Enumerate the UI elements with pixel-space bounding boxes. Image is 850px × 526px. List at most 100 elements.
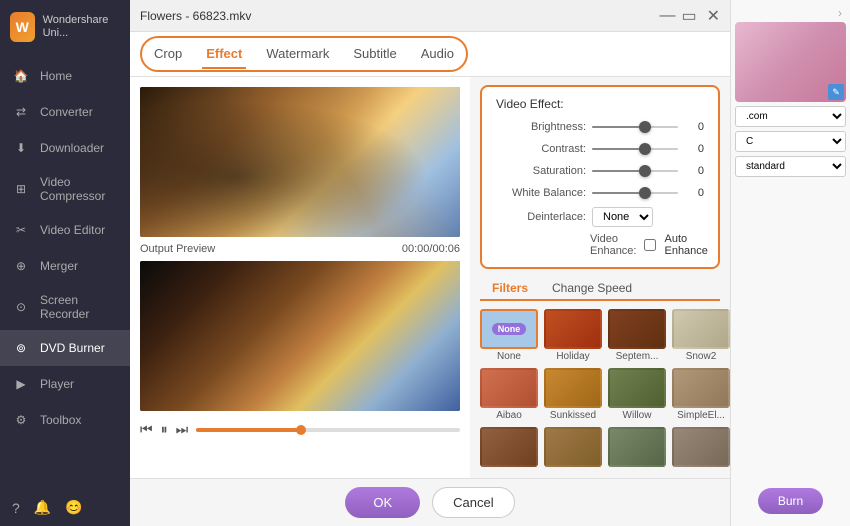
toolbox-icon: ⚙ bbox=[12, 411, 30, 429]
tab-watermark[interactable]: Watermark bbox=[262, 40, 333, 69]
filter-none-label: None bbox=[497, 351, 521, 362]
video-area: Output Preview 00:00/00:06 ⏮ ⏸ ⏭ bbox=[130, 77, 470, 478]
white-balance-row: White Balance: 0 bbox=[496, 185, 704, 201]
saturation-label: Saturation: bbox=[496, 165, 586, 177]
contrast-slider[interactable] bbox=[592, 141, 678, 157]
filter-willow-thumb bbox=[608, 368, 666, 408]
downloader-icon: ⬇ bbox=[12, 139, 30, 157]
dvd-burner-icon: ⊚ bbox=[12, 339, 30, 357]
saturation-value: 0 bbox=[684, 165, 704, 177]
maximize-icon[interactable]: ▭ bbox=[681, 6, 696, 26]
close-icon[interactable]: ✕ bbox=[707, 6, 720, 26]
deinterlace-label: Deinterlace: bbox=[496, 211, 586, 223]
titlebar: Flowers - 66823.mkv — ▭ ✕ bbox=[130, 0, 730, 32]
burn-button[interactable]: Burn bbox=[758, 488, 823, 514]
input-video-frame bbox=[140, 87, 460, 237]
sidebar-item-home[interactable]: 🏠 Home bbox=[0, 58, 130, 94]
pause-button[interactable]: ⏸ bbox=[161, 421, 168, 438]
filter-sunkissed[interactable]: Sunkissed bbox=[544, 368, 602, 421]
side-edit-icon[interactable]: ✎ bbox=[828, 84, 844, 100]
filter-snow2[interactable]: Snow2 bbox=[672, 309, 730, 362]
auto-enhance-checkbox[interactable] bbox=[644, 239, 656, 251]
tab-subtitle[interactable]: Subtitle bbox=[349, 40, 400, 69]
sidebar-bottom: ? 🔔 😊 bbox=[0, 489, 130, 526]
contrast-label: Contrast: bbox=[496, 143, 586, 155]
contrast-value: 0 bbox=[684, 143, 704, 155]
sidebar-item-label: Home bbox=[40, 69, 72, 83]
tab-effect[interactable]: Effect bbox=[202, 40, 246, 69]
filter-sub-tabs: Filters Change Speed bbox=[480, 277, 720, 301]
filter-september-label: Septem... bbox=[616, 351, 659, 362]
output-video-frame bbox=[140, 261, 460, 411]
filter-holiday[interactable]: Holiday bbox=[544, 309, 602, 362]
tab-crop[interactable]: Crop bbox=[150, 40, 186, 69]
right-panel: Video Effect: Brightness: 0 Contrast: bbox=[470, 77, 730, 478]
play-prev-button[interactable]: ⏮ bbox=[140, 421, 153, 438]
screen-recorder-icon: ⊙ bbox=[12, 298, 30, 316]
filter-willow-label: Willow bbox=[623, 410, 652, 421]
app-title: Wondershare Uni... bbox=[43, 14, 120, 40]
ok-button[interactable]: OK bbox=[345, 487, 420, 518]
side-dropdown-2[interactable]: C bbox=[735, 131, 846, 152]
saturation-slider[interactable] bbox=[592, 163, 678, 179]
home-icon: 🏠 bbox=[12, 67, 30, 85]
sidebar-item-downloader[interactable]: ⬇ Downloader bbox=[0, 130, 130, 166]
sidebar-item-label: DVD Burner bbox=[40, 341, 105, 355]
output-label-row: Output Preview 00:00/00:06 bbox=[140, 243, 460, 255]
progress-bar[interactable] bbox=[196, 428, 460, 432]
side-arrow: › bbox=[735, 4, 846, 22]
sidebar-item-label: Player bbox=[40, 377, 74, 391]
sidebar: W Wondershare Uni... 🏠 Home ⇄ Converter … bbox=[0, 0, 130, 526]
notification-icon[interactable]: 🔔 bbox=[34, 499, 51, 516]
sidebar-item-converter[interactable]: ⇄ Converter bbox=[0, 94, 130, 130]
sidebar-item-video-editor[interactable]: ✂ Video Editor bbox=[0, 212, 130, 248]
sidebar-item-merger[interactable]: ⊕ Merger bbox=[0, 248, 130, 284]
sidebar-item-toolbox[interactable]: ⚙ Toolbox bbox=[0, 402, 130, 438]
sidebar-item-dvd-burner[interactable]: ⊚ DVD Burner bbox=[0, 330, 130, 366]
cancel-button[interactable]: Cancel bbox=[432, 487, 514, 518]
filter-sunkissed-thumb bbox=[544, 368, 602, 408]
sidebar-item-video-compressor[interactable]: ⊞ Video Compressor bbox=[0, 166, 130, 212]
logo-icon: W bbox=[10, 12, 35, 42]
filter-none-badge: None bbox=[492, 323, 527, 335]
window-title: Flowers - 66823.mkv bbox=[140, 9, 251, 23]
filter-simpleel[interactable]: SimpleEl... bbox=[672, 368, 730, 421]
tab-audio[interactable]: Audio bbox=[417, 40, 458, 69]
filter-row3b-thumb bbox=[544, 427, 602, 467]
filter-september[interactable]: Septem... bbox=[608, 309, 666, 362]
video-enhance-label: Video Enhance: bbox=[590, 233, 636, 257]
filter-none[interactable]: None None bbox=[480, 309, 538, 362]
output-preview-label: Output Preview bbox=[140, 243, 215, 255]
filter-aibao-thumb bbox=[480, 368, 538, 408]
filter-snow2-label: Snow2 bbox=[686, 351, 717, 362]
white-balance-slider[interactable] bbox=[592, 185, 678, 201]
sidebar-item-player[interactable]: ▶ Player bbox=[0, 366, 130, 402]
sidebar-item-label: Video Compressor bbox=[40, 175, 118, 203]
filter-willow[interactable]: Willow bbox=[608, 368, 666, 421]
help-icon[interactable]: ? bbox=[12, 500, 20, 516]
brightness-value: 0 bbox=[684, 121, 704, 133]
content-area: Output Preview 00:00/00:06 ⏮ ⏸ ⏭ Video E… bbox=[130, 77, 730, 478]
sidebar-item-screen-recorder[interactable]: ⊙ Screen Recorder bbox=[0, 284, 130, 330]
side-dropdown-1[interactable]: .com bbox=[735, 106, 846, 127]
effect-title: Video Effect: bbox=[496, 97, 704, 111]
deinterlace-select[interactable]: None TFF BFF bbox=[592, 207, 653, 227]
filter-row3a[interactable] bbox=[480, 427, 538, 469]
filter-none-thumb: None bbox=[480, 309, 538, 349]
main-content: Flowers - 66823.mkv — ▭ ✕ Crop Effect Wa… bbox=[130, 0, 730, 526]
sub-tab-filters[interactable]: Filters bbox=[480, 277, 540, 301]
sidebar-item-label: Converter bbox=[40, 105, 93, 119]
side-dropdown-3[interactable]: standard bbox=[735, 156, 846, 177]
filter-row3c[interactable] bbox=[608, 427, 666, 469]
filter-aibao[interactable]: Aibao bbox=[480, 368, 538, 421]
video-compressor-icon: ⊞ bbox=[12, 180, 30, 198]
filter-row3b[interactable] bbox=[544, 427, 602, 469]
play-next-button[interactable]: ⏭ bbox=[176, 421, 189, 438]
filter-row3d[interactable] bbox=[672, 427, 730, 469]
right-side-panel: › ✎ .com C standard Burn bbox=[730, 0, 850, 526]
brightness-slider[interactable] bbox=[592, 119, 678, 135]
sub-tab-change-speed[interactable]: Change Speed bbox=[540, 277, 644, 301]
player-icon: ▶ bbox=[12, 375, 30, 393]
minimize-icon[interactable]: — bbox=[659, 7, 675, 25]
user-icon[interactable]: 😊 bbox=[65, 499, 82, 516]
